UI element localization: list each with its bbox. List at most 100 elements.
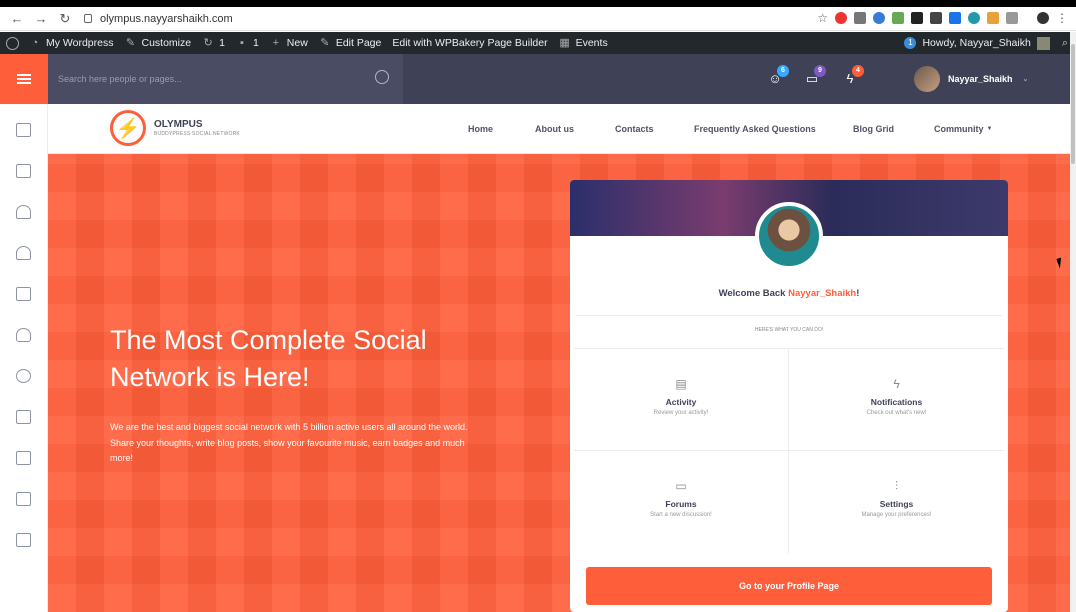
menu-blog-grid[interactable]: Blog Grid xyxy=(853,124,894,134)
profile-avatar[interactable] xyxy=(755,202,823,270)
store-icon[interactable] xyxy=(16,492,31,506)
dashboard-icon: ◔ xyxy=(31,37,39,49)
menu-home[interactable]: Home xyxy=(468,124,493,134)
wp-new[interactable]: + New xyxy=(270,37,308,49)
messages-badge: 9 xyxy=(814,65,826,77)
menu-contacts[interactable]: Contacts xyxy=(615,124,654,134)
messages-icon[interactable]: ▭ 9 xyxy=(804,65,826,87)
action-settings[interactable]: ⫶ Settings Manage your preferences! xyxy=(789,451,1004,553)
wp-updates[interactable]: ↻ 1 xyxy=(202,37,225,49)
wp-my-wordpress[interactable]: ◔ My Wordpress xyxy=(29,37,114,49)
hero-title: The Most Complete Social Network is Here… xyxy=(110,325,427,392)
action-forums[interactable]: ▭ Forums Start a new discussion! xyxy=(574,451,789,553)
main-menu-about: About us xyxy=(535,104,574,154)
extension-icon[interactable] xyxy=(911,12,923,24)
action-activity[interactable]: ▤ Activity Review your activity! xyxy=(574,349,789,451)
welcome-username[interactable]: Nayyar_Shaikh xyxy=(788,288,856,299)
wp-howdy[interactable]: Howdy, Nayyar_Shaikh xyxy=(922,37,1030,49)
activity-icon: ▤ xyxy=(675,377,687,391)
wordpress-logo-icon[interactable] xyxy=(6,36,19,50)
action-notifications[interactable]: ϟ Notifications Check out what's new! xyxy=(789,349,1004,451)
wp-edit-page[interactable]: ✎ Edit Page xyxy=(319,37,381,49)
friend-requests-icon[interactable]: ☺ 6 xyxy=(767,65,789,87)
olympus-logo-icon[interactable]: ⚡ xyxy=(110,110,146,146)
extension-icon[interactable] xyxy=(873,12,885,24)
reload-icon[interactable]: ↻ xyxy=(58,11,72,26)
site-navigation: ⚡ OLYMPUS BUDDYPRESS SOCIAL NETWORK Home… xyxy=(48,104,1070,154)
welcome-prefix: Welcome Back xyxy=(718,288,789,299)
friend-requests-badge: 6 xyxy=(777,65,789,77)
actions-grid: ▤ Activity Review your activity! ϟ Notif… xyxy=(574,348,1004,553)
address-bar[interactable]: olympus.nayyarshaikh.com xyxy=(84,9,804,29)
newsfeed-icon[interactable] xyxy=(16,123,31,137)
back-icon[interactable]: ← xyxy=(10,11,24,26)
photos-icon[interactable] xyxy=(16,287,31,301)
calendar-icon[interactable] xyxy=(16,410,31,424)
menu-community[interactable]: Community xyxy=(934,124,984,134)
user-menu[interactable]: Nayyar_Shaikh ⌄ xyxy=(914,66,1028,92)
caret-down-icon: ▼ xyxy=(986,126,993,132)
extension-icon[interactable] xyxy=(1006,12,1018,24)
lock-icon xyxy=(84,14,92,23)
video-icon[interactable] xyxy=(16,451,31,465)
comment-icon: ▪ xyxy=(240,37,244,49)
username: Nayyar_Shaikh xyxy=(948,74,1013,84)
main-menu-blog: Blog Grid xyxy=(853,104,894,154)
forward-icon[interactable]: → xyxy=(34,11,48,26)
headphones-icon[interactable] xyxy=(16,328,31,342)
browser-toolbar: ← → ↻ olympus.nayyarshaikh.com ☆ ⋮ xyxy=(0,7,1076,31)
notifications-icon[interactable]: ϟ4 xyxy=(842,65,864,87)
star-icon[interactable]: ☆ xyxy=(817,11,828,25)
extension-icon[interactable] xyxy=(987,12,999,24)
wp-admin-bar: ◔ My Wordpress ✎ Customize ↻ 1 ▪ 1 + New ✎ Edi… xyxy=(0,32,1076,54)
user-icon[interactable] xyxy=(16,205,31,219)
wp-edit-wpbakery[interactable]: Edit with WPBakery Page Builder xyxy=(392,37,547,49)
extension-icon[interactable] xyxy=(930,12,942,24)
hamburger-icon xyxy=(17,74,31,84)
hero-text: We are the best and biggest social netwo… xyxy=(110,422,468,463)
search-icon[interactable]: ⌕ xyxy=(1062,37,1068,50)
friends-icon[interactable] xyxy=(16,246,31,260)
scrollbar-thumb[interactable] xyxy=(1071,44,1075,164)
pencil-icon: ✎ xyxy=(320,37,330,49)
welcome-suffix: ! xyxy=(856,288,860,299)
action-subtitle: Manage your preferences! xyxy=(861,512,932,518)
opera-icon[interactable] xyxy=(835,12,847,24)
avatar xyxy=(914,66,940,92)
wp-user-avatar[interactable] xyxy=(1036,36,1050,50)
profile-avatar-icon[interactable] xyxy=(1037,12,1049,24)
play-icon[interactable] xyxy=(16,369,31,383)
main-menu-faq: Frequently Asked Questions xyxy=(694,104,816,154)
site-logo-text[interactable]: OLYMPUS BUDDYPRESS SOCIAL NETWORK xyxy=(154,119,240,137)
extension-icons: ☆ ⋮ xyxy=(817,11,1068,25)
search-input[interactable] xyxy=(58,74,358,84)
shopping-bag-icon[interactable] xyxy=(16,533,31,547)
menu-toggle-button[interactable] xyxy=(0,54,48,104)
wp-notification-badge[interactable]: 1 xyxy=(904,37,917,49)
search-bar xyxy=(48,54,403,104)
action-subtitle: Check out what's new! xyxy=(866,410,927,416)
extension-icon[interactable] xyxy=(854,12,866,24)
download-icon[interactable] xyxy=(949,12,961,24)
wp-customize[interactable]: ✎ Customize xyxy=(125,37,191,49)
extension-icon[interactable] xyxy=(892,12,904,24)
logo-tagline: BUDDYPRESS SOCIAL NETWORK xyxy=(154,131,240,137)
action-title: Activity xyxy=(665,397,697,407)
settings-sliders-icon: ⫶ xyxy=(894,479,898,493)
kebab-menu-icon[interactable]: ⋮ xyxy=(1056,11,1068,25)
url-text: olympus.nayyarshaikh.com xyxy=(100,12,233,25)
menu-about-us[interactable]: About us xyxy=(535,124,574,134)
wp-events[interactable]: ▦ Events xyxy=(559,37,607,49)
pages-icon[interactable] xyxy=(16,164,31,178)
main-menu-contacts: Contacts xyxy=(615,104,654,154)
hero-section: The Most Complete Social Network is Here… xyxy=(48,154,1070,612)
search-icon[interactable] xyxy=(375,70,389,84)
welcome-message: Welcome Back Nayyar_Shaikh! xyxy=(570,288,1008,299)
card-subtitle: HERE'S WHAT YOU CAN DO! xyxy=(754,327,824,333)
profile-page-button[interactable]: Go to your Profile Page xyxy=(586,567,992,605)
menu-faq[interactable]: Frequently Asked Questions xyxy=(694,124,816,134)
divider xyxy=(576,315,1002,316)
extension-icon[interactable] xyxy=(968,12,980,24)
wp-comments[interactable]: ▪ 1 xyxy=(236,37,259,49)
updates-icon: ↻ xyxy=(203,37,213,49)
